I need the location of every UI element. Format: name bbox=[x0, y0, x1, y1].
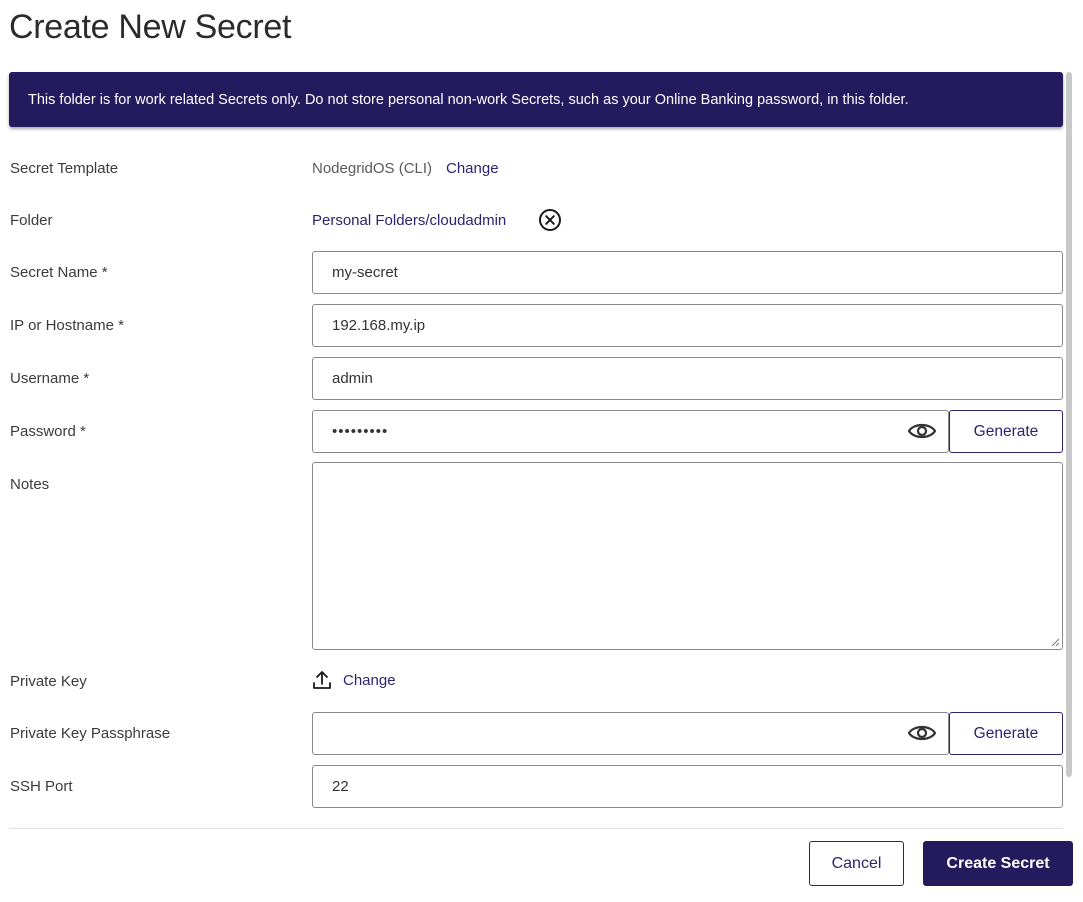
folder-label: Folder bbox=[10, 212, 53, 229]
page-title: Create New Secret bbox=[9, 8, 292, 46]
ssh-port-label: SSH Port bbox=[10, 778, 73, 795]
secret-name-label: Secret Name * bbox=[10, 264, 108, 281]
username-label: Username * bbox=[10, 370, 90, 387]
close-circle-icon[interactable] bbox=[538, 208, 562, 232]
change-private-key-link[interactable]: Change bbox=[343, 672, 396, 689]
notes-label: Notes bbox=[10, 476, 50, 493]
ssh-port-input[interactable] bbox=[312, 765, 1063, 808]
notes-textarea[interactable] bbox=[312, 462, 1063, 650]
secret-name-input[interactable] bbox=[312, 251, 1063, 294]
password-input[interactable] bbox=[312, 410, 949, 453]
cancel-button[interactable]: Cancel bbox=[809, 841, 904, 886]
folder-path-link[interactable]: Personal Folders/cloudadmin bbox=[312, 212, 506, 229]
eye-icon[interactable] bbox=[907, 420, 937, 442]
footer-divider bbox=[9, 828, 1063, 829]
secret-template-label: Secret Template bbox=[10, 160, 119, 177]
upload-icon[interactable] bbox=[312, 670, 332, 690]
generate-passphrase-button[interactable]: Generate bbox=[949, 712, 1063, 755]
create-secret-button[interactable]: Create Secret bbox=[923, 841, 1073, 886]
username-input[interactable] bbox=[312, 357, 1063, 400]
password-label: Password * bbox=[10, 423, 86, 440]
banner-text: This folder is for work related Secrets … bbox=[28, 91, 909, 108]
ip-hostname-input[interactable] bbox=[312, 304, 1063, 347]
private-key-passphrase-label: Private Key Passphrase bbox=[10, 725, 171, 742]
generate-password-button[interactable]: Generate bbox=[949, 410, 1063, 453]
change-template-link[interactable]: Change bbox=[446, 160, 499, 177]
secret-template-value: NodegridOS (CLI) bbox=[312, 160, 433, 177]
resize-grip-icon[interactable] bbox=[1050, 637, 1060, 647]
scrollbar[interactable] bbox=[1066, 72, 1072, 828]
private-key-label: Private Key bbox=[10, 673, 87, 690]
ip-hostname-label: IP or Hostname * bbox=[10, 317, 124, 334]
scrollbar-thumb[interactable] bbox=[1066, 72, 1072, 777]
eye-icon[interactable] bbox=[907, 722, 937, 744]
folder-policy-banner: This folder is for work related Secrets … bbox=[9, 72, 1063, 127]
private-key-passphrase-input[interactable] bbox=[312, 712, 949, 755]
